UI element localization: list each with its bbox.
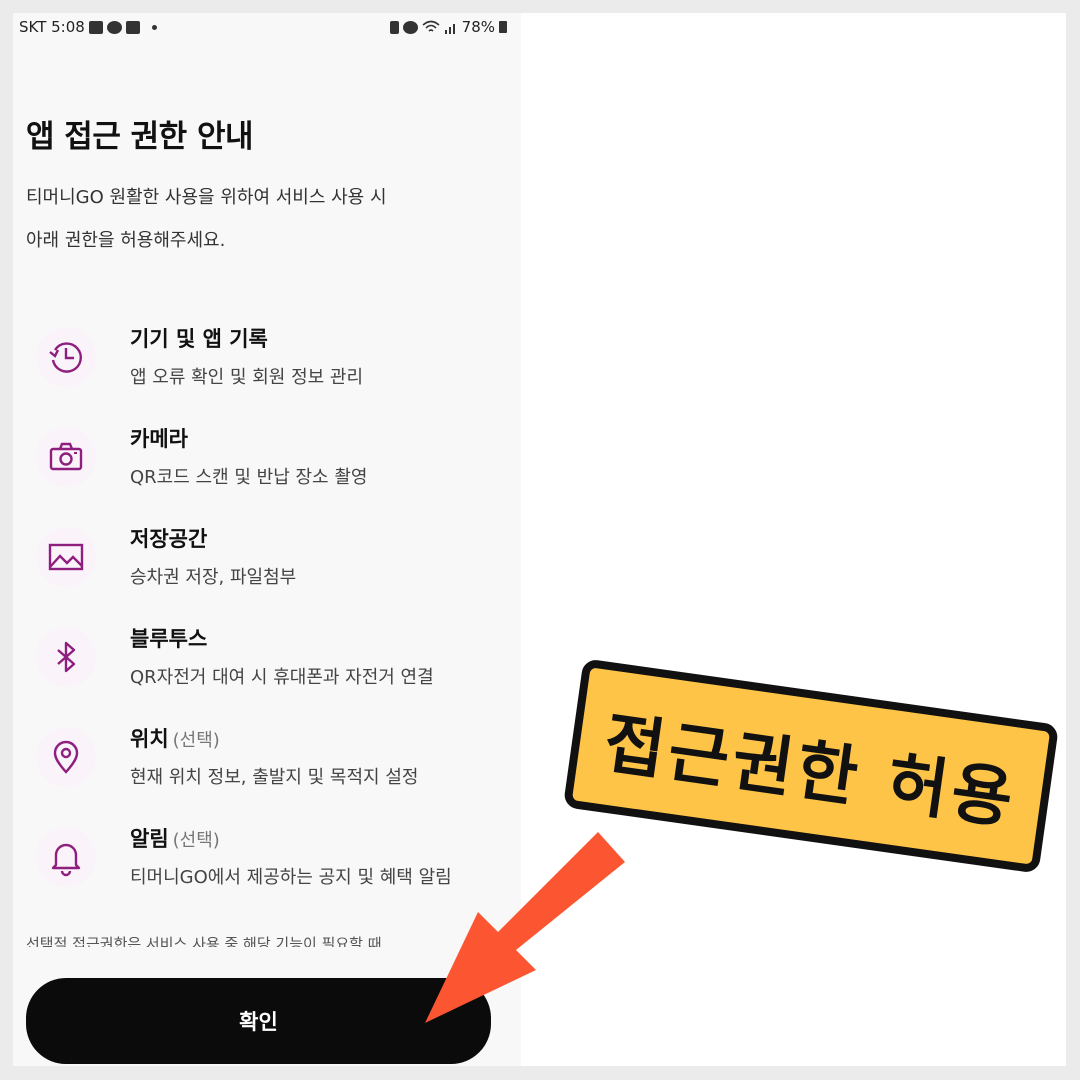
permission-title: 위치 (선택)	[130, 727, 220, 751]
permission-location: 위치 (선택) 현재 위치 정보, 출발지 및 목적지 설정	[26, 715, 516, 815]
permission-storage: 저장공간 승차권 저장, 파일첨부	[26, 515, 516, 615]
kakao-icon	[88, 20, 103, 34]
page-title: 앱 접근 권한 안내	[26, 119, 254, 155]
gallery-icon	[125, 20, 140, 34]
permission-title: 알림 (선택)	[130, 827, 220, 851]
camera-icon	[36, 427, 96, 487]
permission-title: 저장공간	[130, 527, 208, 551]
history-icon	[36, 327, 96, 387]
optional-permission-note: 선택적 접근권한은 서비스 사용 중 해당 기능이 필요할 때	[26, 935, 382, 947]
battery-saver-icon	[389, 20, 399, 34]
permission-title: 기기 및 앱 기록	[130, 327, 268, 351]
phone-screen: SKT 5:08 78% 앱 접근 권한 안내 티머니GO 원활한 사용을 위하…	[13, 13, 521, 1066]
permission-bluetooth: 블루투스 QR자전거 대여 시 휴대폰과 자전거 연결	[26, 615, 516, 715]
alarm-icon	[402, 20, 418, 34]
status-left: SKT 5:08	[19, 18, 157, 36]
permission-title: 블루투스	[130, 627, 208, 651]
description-line-1: 티머니GO 원활한 사용을 위하여 서비스 사용 시	[26, 187, 387, 208]
permission-description: 앱 오류 확인 및 회원 정보 관리	[130, 367, 364, 388]
battery-level: 78%	[461, 18, 495, 36]
permission-description: 현재 위치 정보, 출발지 및 목적지 설정	[130, 767, 419, 788]
bell-icon	[36, 827, 96, 887]
permission-description: QR자전거 대여 시 휴대폰과 자전거 연결	[130, 667, 434, 688]
permission-description: 티머니GO에서 제공하는 공지 및 혜택 알림	[130, 867, 452, 888]
battery-icon	[499, 21, 507, 33]
permission-device-history: 기기 및 앱 기록 앱 오류 확인 및 회원 정보 관리	[26, 315, 516, 415]
permission-notification: 알림 (선택) 티머니GO에서 제공하는 공지 및 혜택 알림	[26, 815, 516, 915]
permission-description: 승차권 저장, 파일첨부	[130, 567, 297, 588]
screenshot-card: SKT 5:08 78% 앱 접근 권한 안내 티머니GO 원활한 사용을 위하…	[13, 13, 1066, 1066]
location-pin-icon	[36, 727, 96, 787]
bluetooth-icon	[36, 627, 96, 687]
talk-icon	[106, 20, 122, 34]
permission-camera: 카메라 QR코드 스캔 및 반납 장소 촬영	[26, 415, 516, 515]
confirm-button[interactable]: 확인	[26, 978, 491, 1064]
permission-title: 카메라	[130, 427, 188, 451]
description-line-2: 아래 권한을 허용해주세요.	[26, 230, 226, 251]
status-right: 78%	[389, 18, 507, 36]
sticker-text: 접근권한 허용	[599, 704, 1022, 839]
permission-list: 기기 및 앱 기록 앱 오류 확인 및 회원 정보 관리 카메라 QR코드 스캔…	[26, 315, 516, 915]
permission-description: QR코드 스캔 및 반납 장소 촬영	[130, 467, 368, 488]
annotation-sticker: 접근권한 허용	[562, 658, 1060, 874]
more-notifications-icon	[151, 24, 157, 30]
carrier-time: SKT 5:08	[19, 18, 85, 36]
signal-icon	[444, 23, 455, 34]
image-icon	[36, 527, 96, 587]
wifi-icon	[422, 20, 440, 32]
status-bar: SKT 5:08 78%	[19, 17, 515, 39]
